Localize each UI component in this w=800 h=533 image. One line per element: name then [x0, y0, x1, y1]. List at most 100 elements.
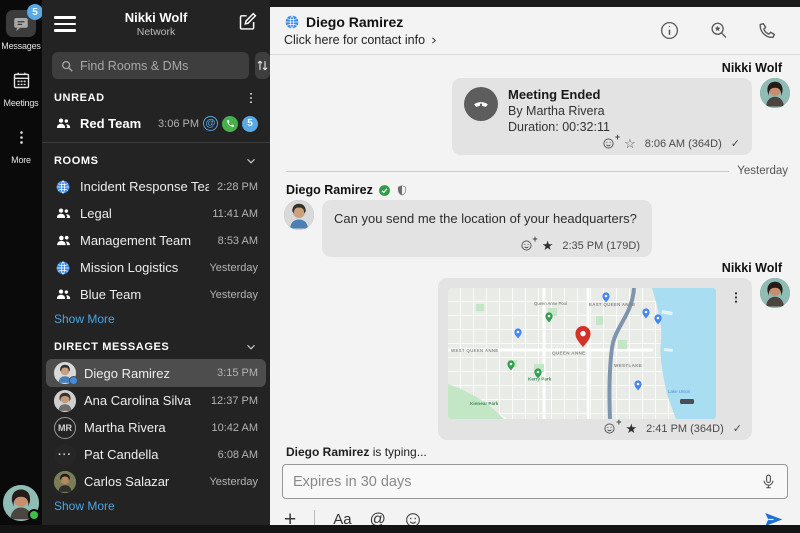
room-name: Blue Team	[80, 287, 201, 302]
day-divider: Yesterday	[286, 165, 788, 177]
sidebar-item-blue-team[interactable]: Blue Team Yesterday	[42, 281, 270, 308]
message-time: 8:06 AM (364D)	[645, 138, 722, 150]
call-ended-icon	[464, 87, 498, 121]
section-unread: UNREAD	[42, 85, 270, 110]
chevron-down-icon[interactable]	[244, 340, 258, 354]
map-park-label: Kerry Park	[528, 377, 552, 382]
dm-time: 12:37 PM	[211, 395, 258, 407]
people-icon	[54, 232, 72, 249]
messages-icon: 5	[6, 10, 36, 37]
nav-meetings-label: Meetings	[4, 98, 39, 108]
nav-more[interactable]: More	[0, 124, 42, 165]
nav-rail: 5 Messages Meetings More	[0, 0, 42, 533]
sidebar-item-legal[interactable]: Legal 11:41 AM	[42, 200, 270, 227]
phone-icon[interactable]	[757, 20, 778, 41]
day-divider-label: Yesterday	[737, 165, 788, 177]
ana-carolina-avatar	[54, 390, 76, 412]
message-options-kebab-icon[interactable]	[729, 290, 743, 310]
verified-badge-icon	[378, 184, 391, 197]
map-poi-label: Lake Union	[668, 389, 691, 394]
message-map: WEST QUEEN ANNE QUEEN ANNE EAST QUEEN AN…	[284, 278, 790, 440]
unread-badges: 3:06 PM @ 5	[158, 116, 258, 132]
network-badge-dot	[69, 376, 78, 385]
meeting-duration: Duration: 00:32:11	[508, 120, 610, 134]
sidebar-item-carlos-salazar[interactable]: Carlos Salazar Yesterday	[42, 468, 270, 495]
message-input[interactable]	[293, 474, 760, 490]
dms-show-more-link[interactable]: Show More	[42, 495, 270, 521]
message-time: 2:41 PM (364D)	[646, 423, 724, 435]
window-top-strip	[270, 0, 800, 7]
globe-icon	[284, 14, 300, 30]
dm-avatar-wrap	[54, 362, 76, 384]
search-box[interactable]	[52, 52, 249, 79]
microphone-icon[interactable]	[760, 473, 777, 490]
map-area-label: QUEEN ANNE	[552, 351, 585, 356]
dms-header-label: DIRECT MESSAGES	[54, 341, 169, 353]
message-time: 2:35 PM (179D)	[562, 240, 640, 252]
unread-kebab-icon[interactable]	[244, 91, 258, 105]
starred-message-icon[interactable]: ★	[542, 239, 554, 252]
contact-info-link[interactable]: Click here for contact info	[284, 33, 438, 47]
nav-meetings[interactable]: Meetings	[0, 67, 42, 108]
current-user-avatar[interactable]	[3, 485, 39, 521]
sidebar-item-pat-candella[interactable]: ··· Pat Candella 6:08 AM	[42, 441, 270, 468]
chevron-down-icon[interactable]	[244, 154, 258, 168]
sidebar-item-incident-response-team[interactable]: Incident Response Team 2:28 PM	[42, 173, 270, 200]
network-user-title: Nikki Wolf	[84, 10, 228, 25]
add-reaction-icon[interactable]: +	[520, 239, 533, 252]
unread-count-badge: 5	[242, 116, 258, 132]
carlos-salazar-avatar	[54, 471, 76, 493]
info-icon[interactable]	[659, 20, 680, 41]
compose-icon[interactable]	[237, 11, 258, 37]
chat-header: Diego Ramirez Click here for contact inf…	[270, 7, 800, 55]
map-bubble: WEST QUEEN ANNE QUEEN ANNE EAST QUEEN AN…	[438, 278, 752, 440]
globe-icon	[54, 179, 72, 195]
nav-more-label: More	[11, 155, 31, 165]
add-reaction-icon[interactable]: +	[603, 422, 616, 435]
room-time: 8:53 AM	[218, 235, 258, 247]
message-composer	[282, 464, 788, 499]
sort-button[interactable]	[255, 52, 270, 79]
sidebar-item-martha-rivera[interactable]: MR Martha Rivera 10:42 AM	[42, 414, 270, 441]
star-message-icon[interactable]: ☆	[624, 137, 636, 150]
menu-hamburger-icon[interactable]	[54, 16, 76, 32]
search-row	[42, 44, 270, 85]
message-question: Can you send me the location of your hea…	[284, 200, 790, 257]
dm-name: Ana Carolina Silva	[84, 393, 203, 408]
sender-name: Diego Ramirez	[286, 183, 373, 197]
chevron-right-icon	[429, 35, 438, 46]
sidebar-item-ana-carolina-silva[interactable]: Ana Carolina Silva 12:37 PM	[42, 387, 270, 414]
room-time: 3:06 PM	[158, 118, 199, 130]
people-icon	[54, 115, 72, 132]
people-icon	[54, 205, 72, 222]
room-name: Red Team	[80, 116, 150, 131]
nav-messages-label: Messages	[1, 41, 40, 51]
dm-name: Carlos Salazar	[84, 474, 201, 489]
search-input[interactable]	[80, 59, 241, 73]
sidebar: Nikki Wolf Network UNREAD Re	[42, 0, 270, 533]
sidebar-item-mission-logistics[interactable]: Mission Logistics Yesterday	[42, 254, 270, 281]
dm-name: Pat Candella	[84, 447, 210, 462]
starred-message-icon[interactable]: ★	[625, 422, 637, 435]
nikki-wolf-avatar	[760, 278, 790, 308]
sort-arrows-icon	[255, 58, 270, 73]
room-time: Yesterday	[209, 262, 258, 274]
calendar-icon	[6, 67, 36, 94]
sidebar-item-management-team[interactable]: Management Team 8:53 AM	[42, 227, 270, 254]
dm-time: 3:15 PM	[217, 367, 258, 379]
rooms-header-label: ROOMS	[54, 155, 99, 167]
message-list: Nikki Wolf Meeting Ended By Martha River…	[270, 55, 800, 442]
sidebar-item-red-team[interactable]: Red Team 3:06 PM @ 5	[42, 110, 270, 137]
shield-half-icon	[396, 184, 408, 197]
rooms-show-more-link[interactable]: Show More	[42, 308, 270, 334]
add-reaction-icon[interactable]: +	[602, 137, 615, 150]
martha-rivera-initials-avatar: MR	[54, 417, 76, 439]
room-name: Incident Response Team	[80, 179, 209, 194]
starred-search-icon[interactable]	[708, 20, 729, 41]
location-map[interactable]: WEST QUEEN ANNE QUEEN ANNE EAST QUEEN AN…	[448, 288, 716, 419]
meeting-bubble: Meeting Ended By Martha Rivera Duration:…	[452, 78, 752, 155]
sidebar-header: Nikki Wolf Network	[42, 0, 270, 44]
nav-messages[interactable]: 5 Messages	[0, 10, 42, 51]
sidebar-item-diego-ramirez[interactable]: Diego Ramirez 3:15 PM	[46, 359, 266, 387]
contact-info-label: Click here for contact info	[284, 33, 425, 47]
